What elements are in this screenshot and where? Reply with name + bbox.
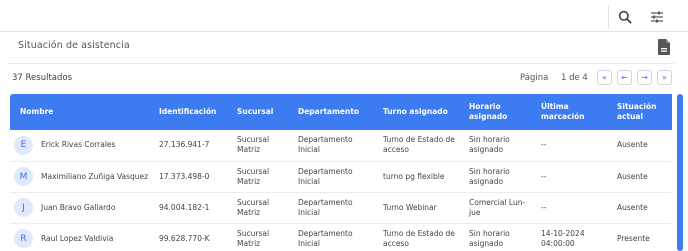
table-row[interactable]: J Juan Bravo Gallardo 94.004.182-1 Sucurs…	[10, 192, 672, 224]
pagination-info: 1 de 4	[561, 73, 588, 83]
sliders-icon[interactable]	[648, 8, 666, 26]
employee-cell: E Erick Rivas Corrales	[14, 135, 147, 155]
employee-name: Raul Lopez Valdivia	[41, 233, 114, 243]
department-cell: Departamento Inicial	[292, 161, 377, 193]
last-mark-cell: 14-10-2024 04:00:00	[535, 223, 611, 251]
department-cell: Departamento Inicial	[292, 192, 377, 224]
employee-name: Erick Rivas Corrales	[41, 140, 116, 150]
employee-name: Juan Bravo Gallardo	[41, 202, 116, 212]
results-count: 37 Resultados	[12, 73, 73, 83]
employee-cell: J Juan Bravo Gallardo	[14, 198, 147, 217]
column-header-branch[interactable]: Sucursal	[231, 94, 292, 130]
status-cell: Ausente	[611, 130, 672, 162]
last-page-button[interactable]: »	[657, 70, 672, 85]
status-cell: Presente	[611, 223, 672, 251]
table-row[interactable]: M Maximiliano Zuñiga Vasquez 17.373.498-0…	[10, 161, 672, 193]
employee-id: 17.373.498-0	[153, 161, 231, 193]
avatar: M	[14, 167, 33, 186]
table-header-row: Nombre Identificación Sucursal Departame…	[10, 94, 672, 130]
employee-cell: M Maximiliano Zuñiga Vasquez	[14, 167, 149, 186]
department-cell: Departamento Inicial	[292, 223, 377, 251]
table-row[interactable]: E Erick Rivas Corrales 27.136.941-7 Sucur…	[10, 130, 672, 162]
employee-name: Maximiliano Zuñiga Vasquez	[41, 171, 149, 181]
section-title: Situación de asistencia	[18, 40, 130, 51]
schedule-cell: Sin horario asignado	[463, 161, 535, 193]
schedule-cell: Comercial Lun-jue	[463, 192, 535, 224]
status-cell: Ausente	[611, 192, 672, 224]
avatar: R	[14, 229, 33, 248]
toolbar-divider	[608, 6, 609, 28]
branch-cell: Sucursal Matriz	[231, 161, 292, 193]
branch-cell: Sucursal Matriz	[231, 130, 292, 162]
branch-cell: Sucursal Matriz	[231, 223, 292, 251]
pagination-label: Página	[520, 73, 549, 83]
column-header-status[interactable]: Situación actual	[611, 94, 672, 130]
search-icon[interactable]	[616, 8, 634, 26]
employee-id: 99.628.770-K	[153, 223, 231, 251]
column-header-id[interactable]: Identificación	[153, 94, 231, 130]
next-page-button[interactable]: →	[637, 70, 652, 85]
schedule-cell: Sin horario asignado	[463, 130, 535, 162]
prev-page-button[interactable]: ←	[617, 70, 632, 85]
last-mark-cell: --	[535, 161, 611, 193]
column-header-shift[interactable]: Turno asignado	[377, 94, 463, 130]
column-header-department[interactable]: Departamento	[292, 94, 377, 130]
department-cell: Departamento Inicial	[292, 130, 377, 162]
top-toolbar	[0, 0, 688, 32]
branch-cell: Sucursal Matriz	[231, 192, 292, 224]
shift-cell: turno pg flexible	[377, 161, 463, 193]
avatar: J	[14, 198, 33, 217]
pdf-file-icon[interactable]	[657, 39, 671, 55]
column-header-name[interactable]: Nombre	[10, 94, 153, 130]
column-header-schedule[interactable]: Horario asignado	[463, 94, 535, 130]
scrollbar-thumb[interactable]	[677, 94, 683, 251]
first-page-button[interactable]: «	[597, 70, 612, 85]
shift-cell: Turno de Estado de acceso	[377, 223, 463, 251]
column-header-last-mark[interactable]: Última marcación	[535, 94, 611, 130]
shift-cell: Turno de Estado de acceso	[377, 130, 463, 162]
last-mark-cell: --	[535, 192, 611, 224]
employee-id: 27.136.941-7	[153, 130, 231, 162]
table-row[interactable]: R Raul Lopez Valdivia 99.628.770-K Sucurs…	[10, 223, 672, 251]
shift-cell: Turno Webinar	[377, 192, 463, 224]
schedule-cell: Sin horario asignado	[463, 223, 535, 251]
section-divider	[8, 63, 674, 64]
last-mark-cell: --	[535, 130, 611, 162]
employee-cell: R Raul Lopez Valdivia	[14, 229, 147, 248]
attendance-table: Nombre Identificación Sucursal Departame…	[10, 94, 672, 251]
status-cell: Ausente	[611, 161, 672, 193]
avatar: E	[14, 135, 33, 155]
employee-id: 94.004.182-1	[153, 192, 231, 224]
